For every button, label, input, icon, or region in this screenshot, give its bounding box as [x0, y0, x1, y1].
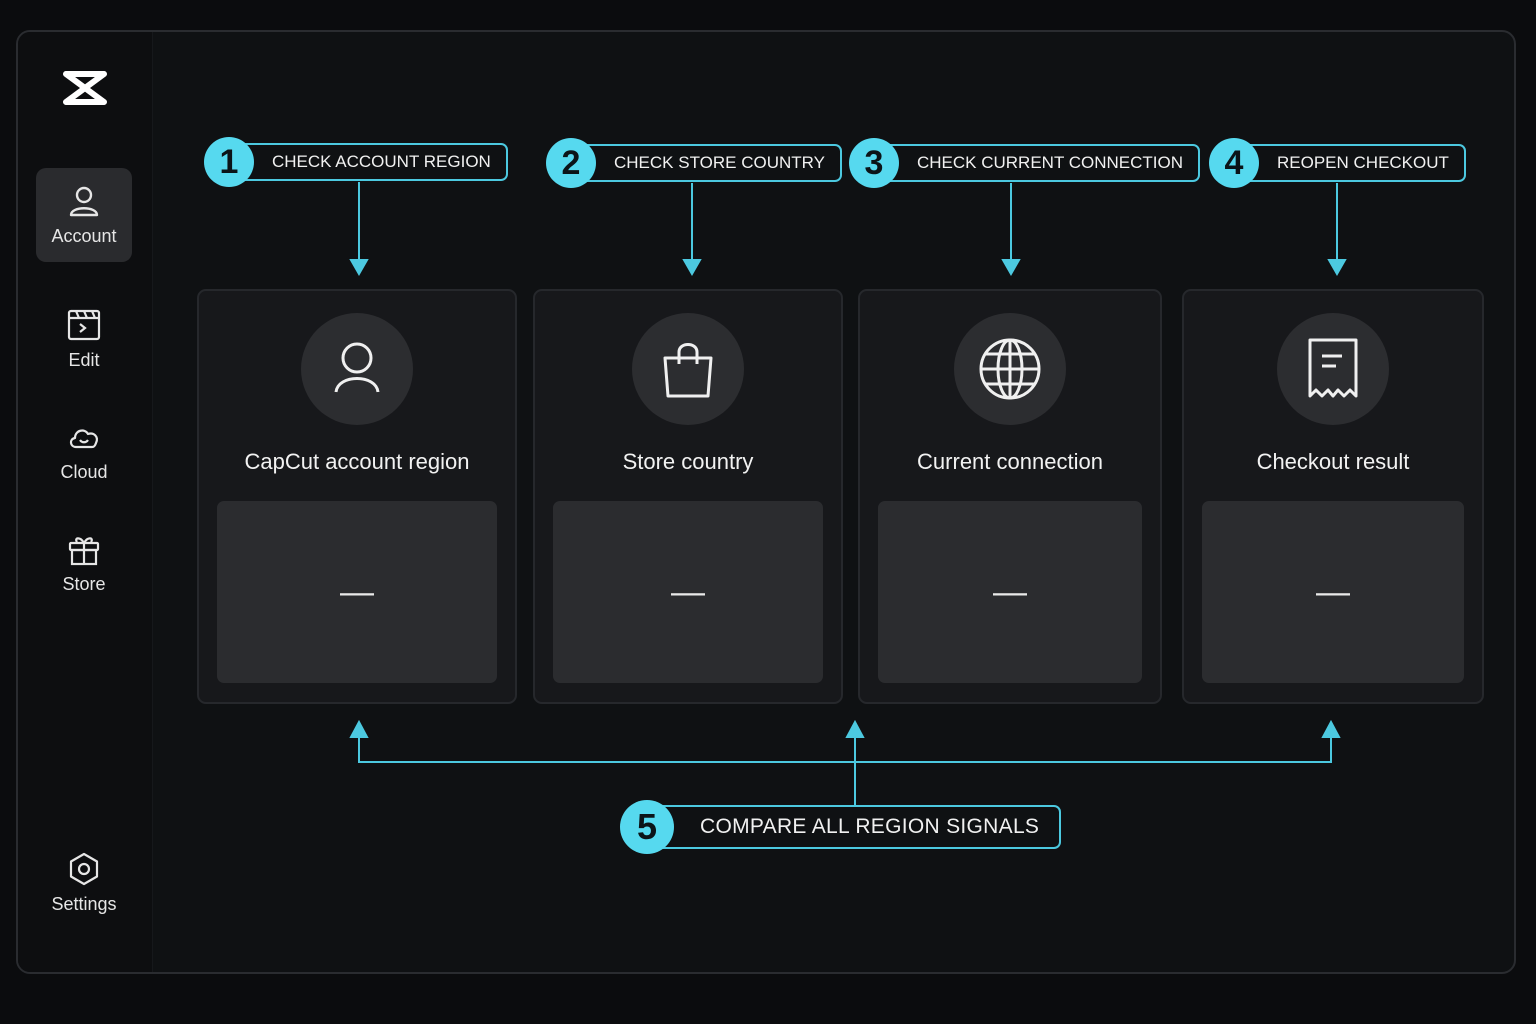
- sidebar-item-cloud[interactable]: Cloud: [36, 404, 132, 498]
- sidebar-item-label: Account: [51, 225, 117, 246]
- card-checkout-result: Checkout result —: [1182, 289, 1484, 704]
- step-number: 2: [546, 138, 596, 188]
- step-number: 4: [1209, 138, 1259, 188]
- step-4: 4 REOPEN CHECKOUT: [1209, 138, 1466, 188]
- step-5: 5 COMPARE ALL REGION SIGNALS: [620, 800, 1062, 854]
- card-title: CapCut account region: [244, 449, 470, 474]
- bracket-line: [358, 732, 1332, 763]
- card-title: Current connection: [917, 449, 1103, 474]
- card-value: —: [553, 501, 823, 683]
- step-3: 3 CHECK CURRENT CONNECTION: [849, 138, 1201, 188]
- shopping-bag-icon: [663, 343, 713, 398]
- card-value: —: [217, 501, 497, 683]
- receipt-icon: [1308, 338, 1358, 398]
- sidebar-item-settings[interactable]: Settings: [36, 836, 132, 930]
- sidebar-item-label: Edit: [68, 349, 100, 370]
- globe-icon: [979, 338, 1041, 400]
- user-icon: [69, 186, 99, 216]
- step-number: 5: [620, 800, 674, 854]
- arrow-down-icon: [1001, 259, 1021, 277]
- card-title: Checkout result: [1256, 449, 1410, 474]
- step-number: 3: [849, 138, 899, 188]
- arrow-down-icon: [1327, 259, 1347, 277]
- card-account-region: CapCut account region —: [197, 289, 517, 704]
- sidebar-item-account[interactable]: Account: [36, 168, 132, 262]
- app-window: Account Edit Cloud Store Settings 1 CHEC…: [16, 30, 1516, 974]
- arrow-up-icon: [1321, 719, 1341, 738]
- user-icon: [334, 342, 380, 393]
- step-1: 1 CHECK ACCOUNT REGION: [204, 137, 508, 187]
- step-number: 1: [204, 137, 254, 187]
- arrow-up-icon: [845, 719, 865, 738]
- card-icon-circle: [1277, 313, 1389, 425]
- step-2: 2 CHECK STORE COUNTRY: [546, 138, 842, 188]
- clapper-icon: [67, 309, 101, 340]
- settings-icon: [69, 852, 99, 885]
- sidebar-item-label: Settings: [51, 893, 117, 914]
- card-current-connection: Current connection —: [858, 289, 1162, 704]
- card-icon-circle: [954, 313, 1066, 425]
- step-label: CHECK CURRENT CONNECTION: [877, 144, 1201, 182]
- card-icon-circle: [632, 313, 744, 425]
- arrow-up-icon: [349, 719, 369, 738]
- step-label: REOPEN CHECKOUT: [1237, 144, 1466, 182]
- card-store-country: Store country —: [533, 289, 843, 704]
- sidebar-item-label: Cloud: [60, 461, 108, 482]
- step-label: CHECK STORE COUNTRY: [574, 144, 842, 182]
- card-value: —: [1202, 501, 1464, 683]
- card-icon-circle: [301, 313, 413, 425]
- sidebar: Account Edit Cloud Store Settings: [18, 32, 153, 972]
- capcut-logo: [63, 71, 107, 105]
- card-title: Store country: [622, 449, 754, 474]
- card-value: —: [878, 501, 1142, 683]
- step-label: COMPARE ALL REGION SIGNALS: [652, 805, 1062, 849]
- sidebar-item-store[interactable]: Store: [36, 516, 132, 610]
- gift-icon: [68, 536, 100, 565]
- sidebar-item-edit[interactable]: Edit: [36, 292, 132, 386]
- arrow-down-icon: [349, 259, 369, 277]
- sidebar-item-label: Store: [62, 573, 106, 594]
- cloud-icon: [69, 428, 98, 448]
- arrow-down-icon: [682, 259, 702, 277]
- step-label: CHECK ACCOUNT REGION: [232, 143, 508, 181]
